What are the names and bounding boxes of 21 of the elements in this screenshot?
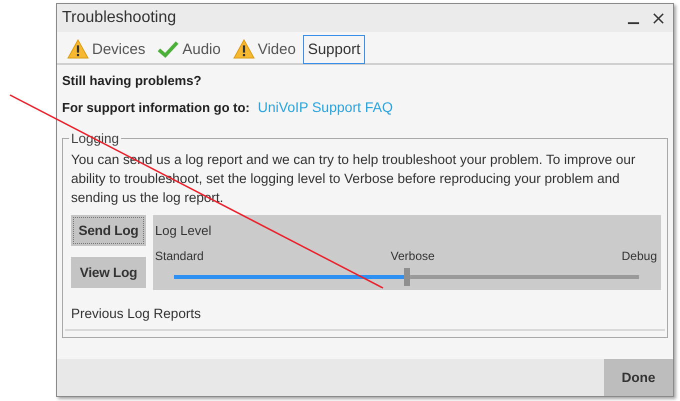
warning-icon — [232, 39, 255, 59]
check-icon — [157, 39, 180, 59]
slider-thumb[interactable] — [404, 268, 410, 286]
tab[interactable]: Devices — [62, 34, 150, 64]
done-button[interactable]: Done — [604, 359, 673, 396]
log-button[interactable]: Send Log — [71, 215, 146, 246]
slider-track[interactable] — [174, 268, 639, 286]
log-button[interactable]: View Log — [71, 257, 146, 288]
tick-label: Debug — [622, 249, 657, 263]
previous-reports-label: Previous Log Reports — [71, 306, 202, 321]
tab[interactable]: Video — [228, 34, 301, 64]
close-icon[interactable] — [652, 12, 665, 24]
section-heading: Still having problems? — [62, 73, 202, 88]
support-label: For support information go to: — [62, 100, 250, 115]
tab[interactable]: Support — [302, 34, 366, 64]
panel-title: Log Level — [155, 223, 212, 238]
warning-icon — [67, 39, 89, 59]
window-title: Troubleshooting — [62, 9, 178, 27]
tab[interactable]: Audio — [152, 34, 226, 64]
tick-label: Verbose — [390, 249, 435, 263]
tick-label: Standard — [155, 249, 204, 263]
